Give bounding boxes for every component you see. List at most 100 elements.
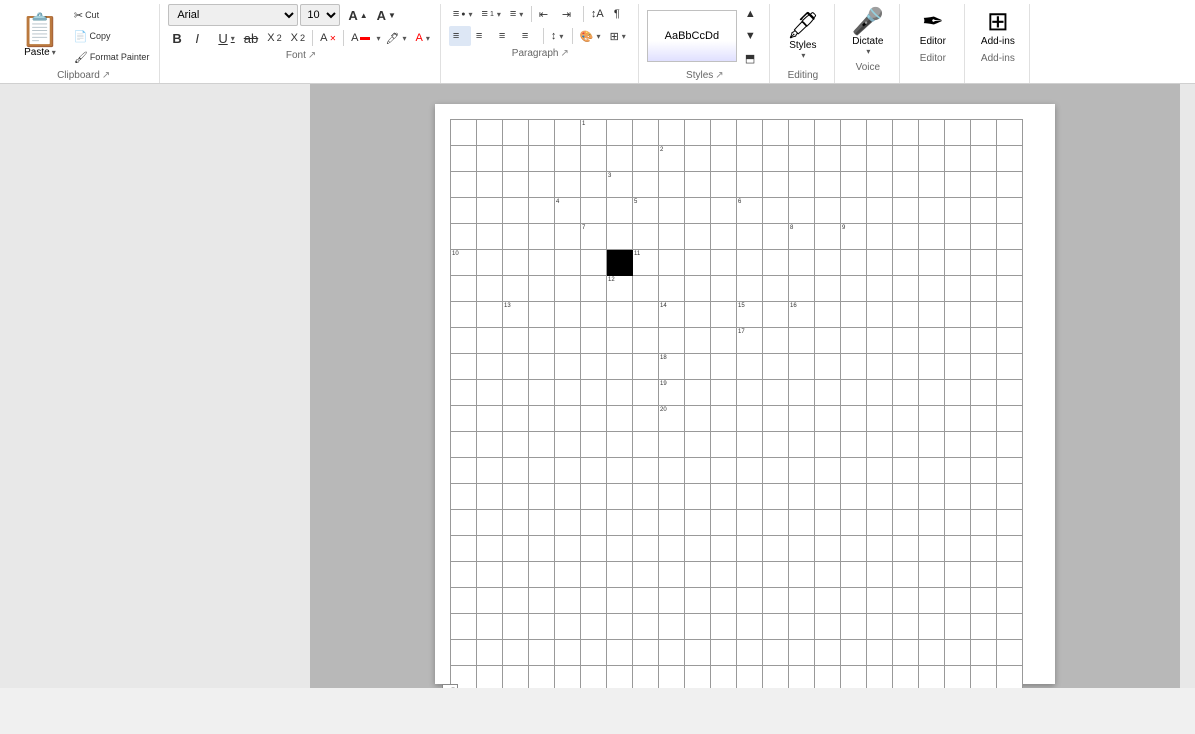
crossword-cell[interactable] — [867, 354, 893, 380]
crossword-cell[interactable]: 12 — [607, 276, 633, 302]
subscript-button[interactable]: X2 — [263, 28, 285, 48]
crossword-cell[interactable] — [711, 588, 737, 614]
crossword-cell[interactable] — [555, 562, 581, 588]
crossword-cell[interactable] — [633, 120, 659, 146]
crossword-cell[interactable] — [659, 614, 685, 640]
crossword-cell[interactable] — [971, 250, 997, 276]
crossword-cell[interactable] — [581, 562, 607, 588]
crossword-cell[interactable] — [737, 380, 763, 406]
crossword-cell[interactable] — [919, 354, 945, 380]
crossword-cell[interactable] — [581, 198, 607, 224]
crossword-cell[interactable] — [945, 588, 971, 614]
crossword-cell[interactable] — [711, 406, 737, 432]
crossword-cell[interactable] — [633, 510, 659, 536]
crossword-cell[interactable] — [945, 666, 971, 689]
crossword-cell[interactable] — [685, 380, 711, 406]
crossword-cell[interactable] — [945, 302, 971, 328]
crossword-cell[interactable] — [789, 328, 815, 354]
crossword-cell[interactable] — [685, 666, 711, 689]
crossword-cell[interactable] — [737, 354, 763, 380]
crossword-cell[interactable] — [971, 198, 997, 224]
clipboard-expand-icon[interactable]: ↗ — [102, 70, 110, 81]
crossword-cell[interactable] — [685, 588, 711, 614]
crossword-cell[interactable] — [789, 588, 815, 614]
crossword-cell[interactable] — [763, 302, 789, 328]
crossword-cell[interactable] — [763, 666, 789, 689]
crossword-cell[interactable] — [789, 432, 815, 458]
crossword-cell[interactable] — [555, 406, 581, 432]
crossword-cell[interactable] — [477, 172, 503, 198]
crossword-cell[interactable] — [815, 484, 841, 510]
crossword-cell[interactable] — [763, 224, 789, 250]
crossword-cell[interactable] — [789, 484, 815, 510]
crossword-cell[interactable] — [945, 536, 971, 562]
crossword-cell[interactable] — [919, 120, 945, 146]
crossword-cell[interactable] — [477, 120, 503, 146]
crossword-cell[interactable] — [633, 562, 659, 588]
crossword-cell[interactable] — [841, 588, 867, 614]
crossword-cell[interactable] — [971, 406, 997, 432]
crossword-cell[interactable] — [971, 432, 997, 458]
crossword-cell[interactable] — [659, 640, 685, 666]
crossword-cell[interactable] — [503, 432, 529, 458]
crossword-cell[interactable] — [971, 536, 997, 562]
crossword-cell[interactable] — [477, 380, 503, 406]
crossword-cell[interactable] — [581, 406, 607, 432]
font-size-select[interactable]: 10 — [300, 4, 340, 26]
crossword-cell[interactable] — [685, 432, 711, 458]
crossword-cell[interactable] — [867, 120, 893, 146]
crossword-cell[interactable] — [893, 640, 919, 666]
crossword-cell[interactable] — [451, 146, 477, 172]
crossword-cell[interactable] — [607, 458, 633, 484]
crossword-cell[interactable] — [893, 588, 919, 614]
italic-button[interactable]: I — [191, 28, 213, 48]
crossword-cell[interactable] — [997, 536, 1023, 562]
crossword-cell[interactable] — [581, 614, 607, 640]
crossword-cell[interactable] — [659, 536, 685, 562]
crossword-cell[interactable] — [477, 484, 503, 510]
crossword-cell[interactable] — [841, 198, 867, 224]
crossword-cell[interactable]: 7 — [581, 224, 607, 250]
crossword-cell[interactable] — [529, 562, 555, 588]
crossword-cell[interactable] — [971, 172, 997, 198]
increase-indent-button[interactable]: ⇥ — [558, 4, 580, 24]
font-name-select[interactable]: Arial — [168, 4, 298, 26]
crossword-cell[interactable] — [581, 536, 607, 562]
crossword-cell[interactable] — [685, 224, 711, 250]
crossword-cell[interactable] — [633, 640, 659, 666]
crossword-cell[interactable] — [581, 380, 607, 406]
center-button[interactable]: ≡ — [472, 26, 494, 46]
crossword-cell[interactable] — [477, 432, 503, 458]
bold-button[interactable]: B — [168, 28, 190, 48]
crossword-cell[interactable] — [867, 302, 893, 328]
crossword-cell[interactable] — [477, 198, 503, 224]
crossword-cell[interactable] — [529, 614, 555, 640]
crossword-cell[interactable] — [503, 224, 529, 250]
crossword-cell[interactable] — [711, 120, 737, 146]
crossword-cell[interactable] — [555, 536, 581, 562]
crossword-cell[interactable] — [997, 224, 1023, 250]
crossword-cell[interactable] — [607, 640, 633, 666]
crossword-cell[interactable] — [971, 614, 997, 640]
crossword-cell[interactable] — [659, 198, 685, 224]
crossword-cell[interactable] — [607, 224, 633, 250]
crossword-cell[interactable] — [607, 146, 633, 172]
crossword-cell[interactable] — [763, 406, 789, 432]
crossword-cell[interactable] — [477, 328, 503, 354]
crossword-cell[interactable] — [529, 120, 555, 146]
crossword-cell[interactable]: 1 — [581, 120, 607, 146]
crossword-cell[interactable] — [841, 406, 867, 432]
crossword-cell[interactable] — [477, 458, 503, 484]
crossword-cell[interactable] — [529, 458, 555, 484]
crossword-cell[interactable] — [477, 354, 503, 380]
crossword-cell[interactable] — [633, 666, 659, 689]
crossword-cell[interactable] — [711, 354, 737, 380]
crossword-cell[interactable] — [919, 146, 945, 172]
crossword-cell[interactable] — [763, 172, 789, 198]
crossword-cell[interactable] — [893, 250, 919, 276]
crossword-cell[interactable] — [451, 380, 477, 406]
crossword-cell[interactable] — [815, 406, 841, 432]
crossword-cell[interactable] — [867, 198, 893, 224]
crossword-cell[interactable] — [737, 432, 763, 458]
superscript-button[interactable]: X2 — [287, 28, 309, 48]
